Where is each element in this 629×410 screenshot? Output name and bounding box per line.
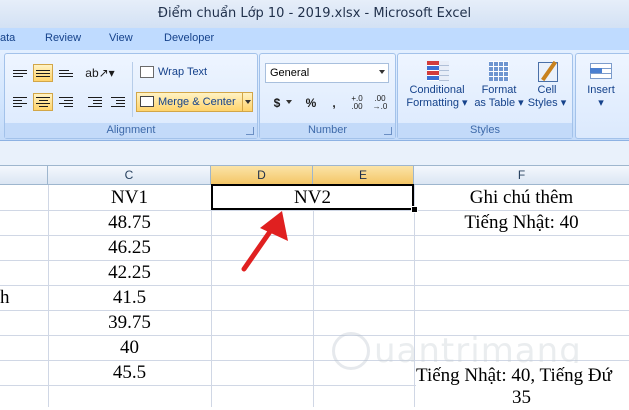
watermark-logo-icon — [332, 332, 370, 370]
chevron-down-icon — [245, 100, 251, 104]
column-header-b[interactable] — [0, 166, 48, 184]
column-header-d[interactable]: D — [211, 166, 313, 184]
comma-style-button[interactable]: , — [324, 93, 344, 113]
column-header-e[interactable]: E — [313, 166, 414, 184]
increase-indent-button[interactable] — [108, 93, 128, 111]
number-format-combo[interactable]: General — [265, 63, 389, 83]
cell-styles-label-2: Styles ▾ — [527, 97, 567, 109]
merge-center-label: Merge & Center — [158, 96, 236, 108]
worksheet-grid[interactable]: NV1 NV2 Ghi chú thêm 48.75 46.25 42.25 4… — [0, 184, 629, 410]
styles-group-label: Styles — [398, 123, 572, 138]
insert-label: Insert — [587, 84, 615, 96]
ribbon: ab↗▾ Wrap Text Merge & Center Alignment … — [0, 50, 629, 141]
align-bottom-button[interactable] — [56, 64, 76, 82]
wrap-text-button[interactable]: Wrap Text — [137, 64, 249, 82]
cell-c-value[interactable]: 48.75 — [48, 210, 211, 235]
align-right-icon — [59, 97, 73, 107]
increase-decimal-button[interactable]: +.0 .00 — [346, 93, 368, 113]
format-as-table-label-2: as Table ▾ — [474, 97, 524, 109]
insert-dropdown: ▾ — [598, 97, 604, 109]
column-headers: C D E F — [0, 166, 629, 185]
align-middle-button[interactable] — [33, 64, 53, 82]
tab-review[interactable]: Review — [45, 32, 81, 44]
cells-group: Insert ▾ — [575, 53, 629, 139]
decrease-indent-icon — [88, 97, 102, 107]
align-center-button[interactable] — [33, 93, 53, 111]
conditional-formatting-icon — [423, 58, 451, 84]
cell-c-value[interactable]: 46.25 — [48, 235, 211, 260]
format-as-table-label-1: Format — [481, 84, 517, 96]
cell-c-value[interactable]: 42.25 — [48, 260, 211, 285]
insert-button[interactable]: Insert ▾ — [580, 58, 622, 109]
comma-label: , — [332, 96, 336, 110]
align-right-button[interactable] — [56, 93, 76, 111]
align-middle-icon — [36, 69, 50, 77]
cell-b-partial[interactable]: h — [0, 285, 10, 310]
group-divider — [132, 62, 133, 117]
tab-developer[interactable]: Developer — [164, 32, 214, 44]
red-arrow-icon — [241, 211, 288, 272]
grid-line — [313, 185, 314, 407]
align-center-icon — [36, 97, 50, 107]
insert-icon — [587, 58, 615, 84]
align-left-icon — [13, 97, 27, 107]
tab-data[interactable]: ata — [0, 32, 15, 44]
align-bottom-icon — [59, 69, 73, 77]
currency-label: $ — [273, 96, 281, 110]
cell-c-value[interactable]: 45.5 — [48, 360, 211, 385]
cell-c-header[interactable]: NV1 — [48, 185, 211, 210]
alignment-dialog-launcher[interactable] — [246, 127, 254, 135]
wrap-text-icon — [140, 66, 154, 78]
chevron-down-icon[interactable] — [286, 100, 292, 104]
increase-decimal-icon: +.0 .00 — [351, 94, 363, 111]
cell-c-value[interactable]: 39.75 — [48, 310, 211, 335]
conditional-formatting-button[interactable]: Conditional Formatting ▾ — [402, 58, 472, 109]
cell-c-value[interactable]: 41.5 — [48, 285, 211, 310]
align-top-button[interactable] — [10, 64, 30, 82]
window-title: Điểm chuẩn Lớp 10 - 2019.xlsx - Microsof… — [157, 6, 472, 21]
conditional-formatting-label-2: Formatting ▾ — [406, 97, 468, 109]
number-group-label: Number — [260, 123, 395, 138]
decrease-decimal-icon: .00 →.0 — [372, 94, 388, 111]
increase-indent-icon — [111, 97, 125, 107]
number-dialog-launcher[interactable] — [384, 127, 392, 135]
styles-group: Conditional Formatting ▾ Format as Table… — [397, 53, 573, 139]
number-group: General $ % , +.0 .00 .00 →.0 Number — [259, 53, 396, 139]
column-header-c[interactable]: C — [48, 166, 211, 184]
format-as-table-button[interactable]: Format as Table ▾ — [474, 58, 524, 109]
decrease-decimal-button[interactable]: .00 →.0 — [369, 93, 391, 113]
wrap-text-label: Wrap Text — [158, 66, 208, 78]
percent-label: % — [305, 96, 317, 110]
alignment-group-label: Alignment — [5, 123, 257, 138]
alignment-group: ab↗▾ Wrap Text Merge & Center Alignment — [4, 53, 258, 139]
align-top-icon — [13, 69, 27, 77]
cell-styles-label-1: Cell — [537, 84, 557, 96]
cell-f-header[interactable]: Ghi chú thêm — [414, 185, 629, 210]
title-bar: Điểm chuẩn Lớp 10 - 2019.xlsx - Microsof… — [0, 0, 629, 29]
merge-center-dropdown[interactable] — [242, 93, 252, 111]
format-as-table-icon — [485, 58, 513, 84]
number-format-value: General — [270, 67, 310, 79]
decrease-indent-button[interactable] — [85, 93, 105, 111]
cell-styles-button[interactable]: Cell Styles ▾ — [526, 58, 568, 109]
cell-f-note[interactable]: 35 — [414, 385, 629, 410]
currency-format-button[interactable]: $ — [267, 93, 287, 113]
grid-line — [211, 185, 212, 407]
align-left-button[interactable] — [10, 93, 30, 111]
orientation-icon: ab↗▾ — [85, 66, 115, 80]
cell-c-value[interactable]: 40 — [48, 335, 211, 360]
formula-bar[interactable] — [0, 141, 629, 166]
chevron-down-icon — [379, 70, 385, 74]
cell-styles-icon — [533, 58, 561, 84]
cell-f-note[interactable]: Tiếng Nhật: 40 — [414, 210, 629, 235]
column-header-f[interactable]: F — [414, 166, 629, 184]
conditional-formatting-label-1: Conditional — [409, 84, 465, 96]
ribbon-tab-bar: ata Review View Developer — [0, 28, 629, 50]
merge-center-button[interactable]: Merge & Center — [136, 92, 253, 112]
percent-style-button[interactable]: % — [301, 93, 321, 113]
orientation-button[interactable]: ab↗▾ — [85, 64, 115, 82]
merge-center-icon — [140, 96, 154, 107]
tab-view[interactable]: View — [109, 32, 133, 44]
